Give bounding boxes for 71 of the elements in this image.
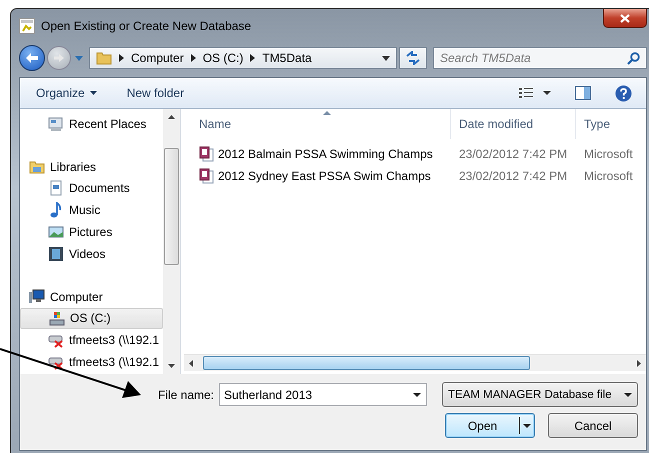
document-icon [48,180,64,196]
nav-item[interactable]: Libraries [20,156,163,178]
scroll-right-icon[interactable] [637,360,641,366]
file-name[interactable]: 2012 Sydney East PSSA Swim Champs [218,169,431,183]
caret-icon [523,424,531,428]
breadcrumb[interactable]: Computer [131,51,184,65]
back-button[interactable] [19,45,45,71]
music-note-icon [48,202,64,218]
file-type-dropdown[interactable]: TEAM MANAGER Database file [442,382,638,407]
open-button[interactable]: Open [445,413,535,438]
list-view-icon [519,87,551,99]
address-bar[interactable]: Computer OS (C:) TM5Data [89,47,397,69]
breadcrumb[interactable]: OS (C:) [202,51,244,65]
organize-menu[interactable]: Organize [28,82,105,104]
database-file-icon [199,146,215,162]
back-arrow-icon [25,52,39,64]
nav-item[interactable]: Music [20,199,163,222]
forward-arrow-icon [53,53,65,63]
sort-arrow-icon [323,111,331,115]
vertical-scrollbar[interactable] [163,109,180,374]
folder-icon [96,50,112,66]
film-icon [48,246,64,262]
pane-icon [575,86,591,100]
cancel-button[interactable]: Cancel [548,413,638,438]
scroll-thumb[interactable] [164,148,179,265]
caret-icon [90,91,97,95]
database-file-icon [199,168,215,184]
caret-icon [624,392,632,396]
new-folder-button[interactable]: New folder [118,82,192,104]
nav-item[interactable]: tfmeets3 (\\192.1 [20,351,163,373]
table-cell-text: 23/02/2012 7:42 PM [458,169,568,183]
nav-item[interactable]: Computer [20,286,163,308]
chevron-icon[interactable] [190,54,196,62]
scroll-left-icon[interactable] [189,360,193,366]
help-icon [615,84,632,102]
nav-item[interactable]: tfmeets3 (\\192.1 [20,329,163,352]
nav-item[interactable]: Recent Places [20,113,163,135]
search-field[interactable]: Search TM5Data [433,47,647,69]
nav-item[interactable]: Documents [20,178,163,200]
drive-icon [49,310,65,326]
file-name-field[interactable]: Sutherland 2013 [219,383,427,406]
refresh-icon [405,51,421,65]
scroll-thumb[interactable] [203,356,530,370]
scroll-down-icon[interactable] [168,364,175,368]
dropdown-caret-icon[interactable] [382,56,390,60]
column-header[interactable]: Date modified [451,109,576,139]
scroll-up-icon[interactable] [168,115,175,119]
table-cell-text: Microsoft [583,147,634,161]
column-header[interactable]: Type [576,109,646,139]
picture-icon [48,224,64,240]
chevron-icon[interactable] [119,54,124,62]
recent-places-icon [48,116,64,132]
caret-icon[interactable] [413,393,421,397]
library-folder-icon [29,158,45,175]
chevron-icon[interactable] [250,54,256,62]
app-icon [19,18,35,34]
table-cell-text: Microsoft [583,169,634,183]
file-name-label: File name: [158,388,214,402]
file-name[interactable]: 2012 Balmain PSSA Swimming Champs [218,147,433,161]
breadcrumb[interactable]: TM5Data [262,51,312,65]
close-button[interactable] [603,9,647,28]
nav-item[interactable]: Videos [20,242,163,265]
table-cell-text: 23/02/2012 7:42 PM [458,147,568,161]
horizontal-scrollbar[interactable] [184,354,646,371]
close-icon [620,14,630,22]
search-icon [627,52,640,65]
window-title: Open Existing or Create New Database [41,18,252,32]
refresh-button[interactable] [399,47,427,69]
computer-icon [29,288,45,305]
nav-item[interactable]: Pictures [20,221,163,243]
nav-item[interactable]: OS (C:) [20,308,163,330]
